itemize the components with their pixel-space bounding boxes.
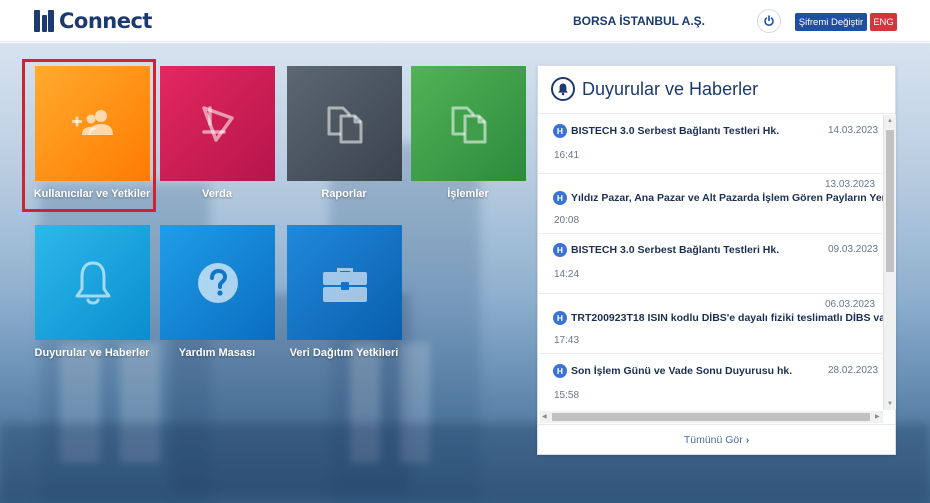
news-panel-header: Duyurular ve Haberler	[538, 66, 895, 114]
company-name: BORSA İSTANBUL A.Ş.	[573, 14, 706, 28]
scroll-up-arrow-icon[interactable]: ▲	[887, 118, 893, 124]
news-panel-title: Duyurular ve Haberler	[582, 79, 759, 99]
tile-label-reports: Raporlar	[321, 188, 367, 200]
news-item-date: 13.03.2023	[825, 179, 876, 190]
tile-label-help-desk: Yardım Masası	[178, 347, 256, 359]
news-item-time: 17:43	[554, 335, 580, 346]
news-item-time: 16:41	[554, 150, 580, 161]
news-item-date: 14.03.2023	[828, 125, 879, 136]
chevron-right-icon: ›	[745, 434, 750, 446]
news-badge: H	[553, 364, 567, 378]
news-item[interactable]: 13.03.2023 H Yıldız Pazar, Ana Pazar ve …	[538, 175, 883, 234]
scroll-right-arrow-icon[interactable]: ▶	[875, 414, 880, 420]
tile-announcements[interactable]	[35, 225, 150, 340]
news-item[interactable]: 06.03.2023 H TRT200923T18 ISIN kodlu DİB…	[538, 295, 883, 354]
news-item[interactable]: H BISTECH 3.0 Serbest Bağlantı Testleri …	[538, 115, 883, 174]
tile-verda[interactable]	[160, 66, 275, 181]
news-item-title: Yıldız Pazar, Ana Pazar ve Alt Pazarda İ…	[571, 192, 883, 204]
change-password-button[interactable]: Şifremi Değiştir	[795, 13, 867, 31]
news-item-title: TRT200923T18 ISIN kodlu DİBS'e dayalı fi…	[571, 312, 883, 324]
tile-label-data-distribution: Veri Dağıtım Yetkileri	[289, 347, 399, 359]
documents-icon	[451, 106, 486, 143]
power-icon	[764, 15, 774, 26]
news-item-date: 28.02.2023	[828, 365, 879, 376]
help-icon	[197, 262, 238, 303]
tile-transactions[interactable]	[411, 66, 526, 181]
news-item-title: BISTECH 3.0 Serbest Bağlantı Testleri Hk…	[571, 125, 780, 137]
briefcase-icon	[322, 267, 367, 302]
logo-text: Connect	[59, 9, 152, 33]
scroll-left-arrow-icon[interactable]: ◀	[542, 414, 547, 420]
news-item[interactable]: H BISTECH 3.0 Serbest Bağlantı Testleri …	[538, 235, 883, 294]
news-item-time: 15:58	[554, 390, 580, 401]
see-all-link[interactable]: Tümünü Gör ›	[538, 424, 895, 455]
news-badge: H	[553, 191, 567, 205]
news-horizontal-scroll-thumb[interactable]	[552, 413, 870, 421]
news-badge: H	[553, 311, 567, 325]
logout-button[interactable]	[757, 9, 781, 33]
tile-label-transactions: İşlemler	[447, 188, 489, 200]
connect-logo-icon	[34, 10, 54, 32]
news-item-title: BISTECH 3.0 Serbest Bağlantı Testleri Hk…	[571, 244, 780, 256]
tile-data-distribution[interactable]	[287, 225, 402, 340]
scroll-down-arrow-icon[interactable]: ▼	[887, 401, 893, 407]
see-all-label: Tümünü Gör	[683, 434, 743, 446]
news-vertical-scroll-thumb[interactable]	[886, 130, 894, 272]
news-horizontal-scrollbar[interactable]: ◀ ▶	[540, 411, 883, 423]
news-badge: H	[553, 124, 567, 138]
tile-label-verda: Verda	[202, 188, 232, 200]
news-list: H BISTECH 3.0 Serbest Bağlantı Testleri …	[538, 115, 883, 455]
bell-icon	[75, 261, 110, 304]
bell-icon	[551, 77, 575, 101]
news-item-date: 06.03.2023	[825, 299, 876, 310]
documents-icon	[327, 106, 362, 143]
news-badge: H	[553, 243, 567, 257]
language-button[interactable]: ENG	[870, 13, 897, 31]
news-item-date: 09.03.2023	[828, 244, 879, 255]
news-item-time: 20:08	[554, 215, 580, 226]
tile-reports[interactable]	[287, 66, 402, 181]
news-vertical-scrollbar[interactable]: ▲ ▼	[883, 115, 896, 410]
news-panel: Duyurular ve Haberler H BISTECH 3.0 Serb…	[537, 65, 896, 455]
selection-highlight	[22, 59, 156, 212]
news-item[interactable]: H Son İşlem Günü ve Vade Sonu Duyurusu h…	[538, 355, 883, 414]
news-item-time: 14:24	[554, 269, 580, 280]
top-header: Connect BORSA İSTANBUL A.Ş. Şifremi Deği…	[0, 0, 930, 42]
verda-triangle-icon	[201, 105, 234, 142]
tile-label-announcements: Duyurular ve Haberler	[34, 347, 150, 359]
tile-help-desk[interactable]	[160, 225, 275, 340]
news-item-title: Son İşlem Günü ve Vade Sonu Duyurusu hk.	[571, 365, 793, 377]
connect-logo[interactable]: Connect	[33, 9, 152, 33]
